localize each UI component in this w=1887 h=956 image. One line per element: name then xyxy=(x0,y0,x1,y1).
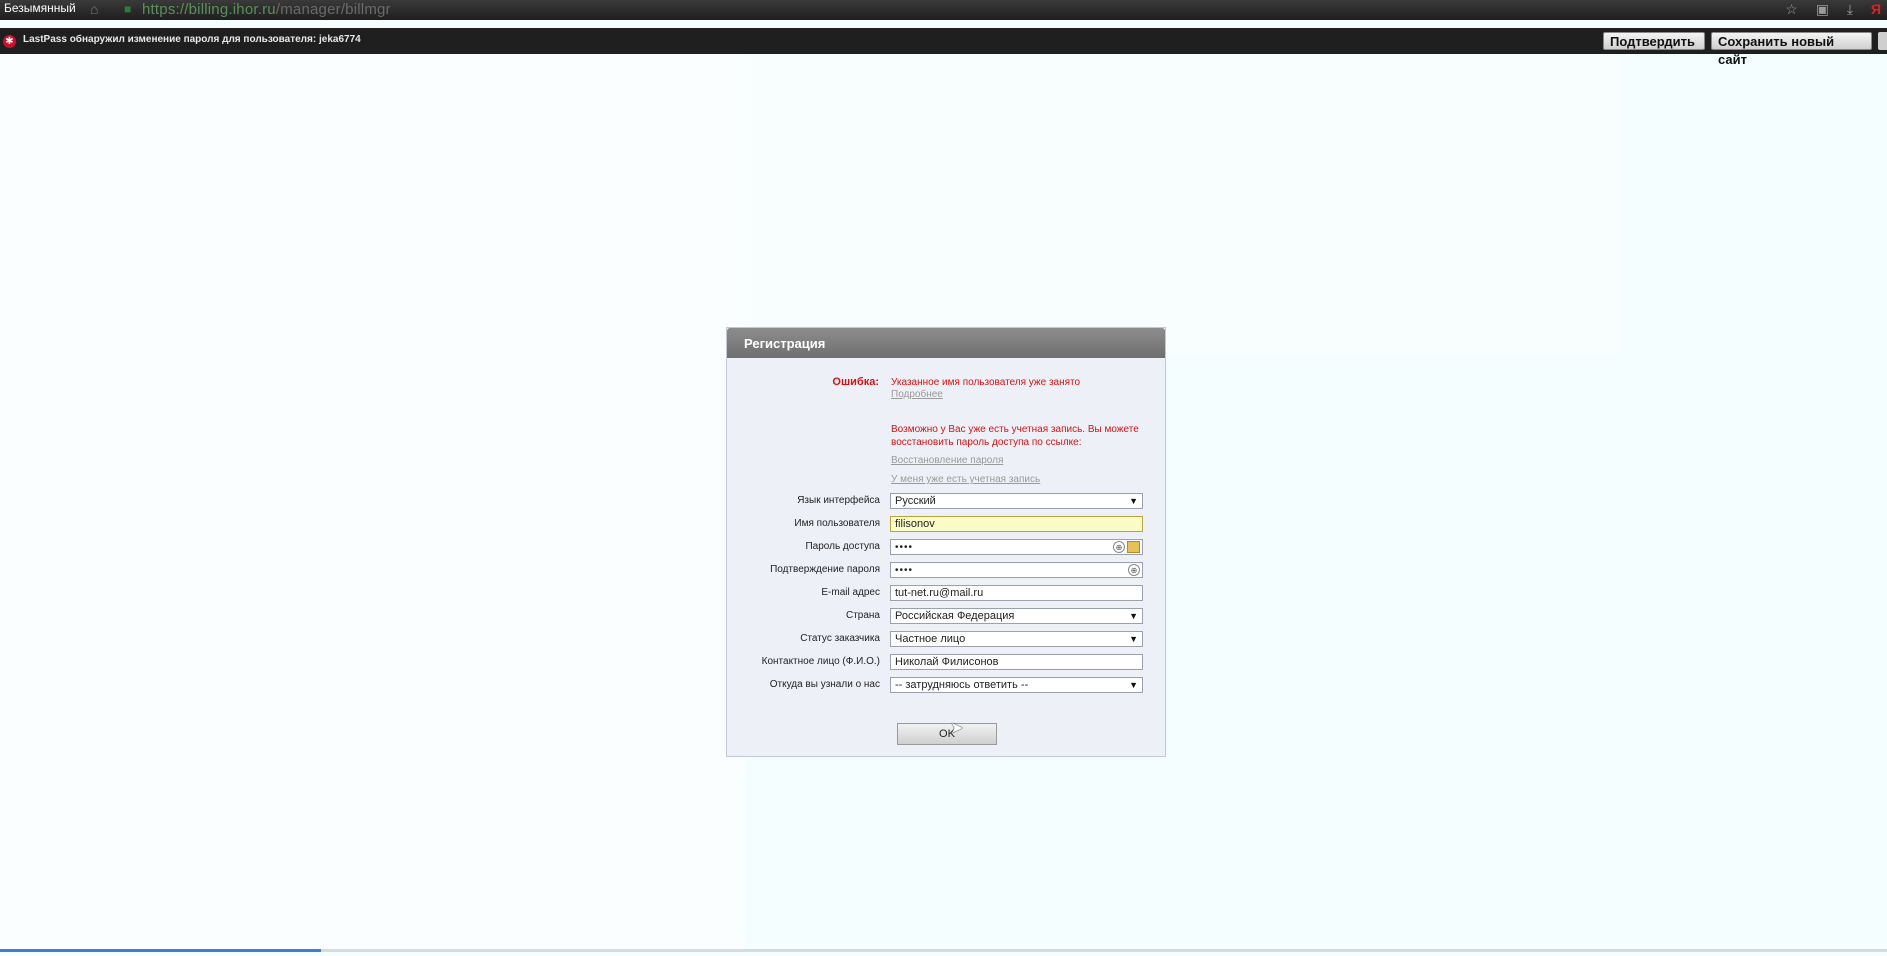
lastpass-logo-icon: ✱ xyxy=(3,35,16,48)
page-background xyxy=(0,54,745,949)
contact-value: Николай Филисонов xyxy=(895,656,999,668)
customer-status-label: Статус заказчика xyxy=(800,633,880,644)
language-label: Язык интерфейса xyxy=(797,495,880,506)
page-load-progress xyxy=(0,949,1887,952)
error-label: Ошибка: xyxy=(832,376,879,388)
account-hint: Возможно у Вас уже есть учетная запись. … xyxy=(891,424,1139,448)
ok-button[interactable]: OK xyxy=(897,723,997,745)
country-select[interactable]: Российская Федерация ▼ xyxy=(890,608,1143,624)
url-host: https://billing.ihor.ru xyxy=(142,1,276,18)
lastpass-fill-icon[interactable] xyxy=(1127,541,1140,553)
referral-select[interactable]: -- затрудняюсь ответить -- ▼ xyxy=(890,677,1143,693)
chevron-down-icon: ▼ xyxy=(1129,680,1138,690)
password-generator-icon[interactable]: ⊕ xyxy=(1128,564,1140,576)
page-load-progress-fill xyxy=(0,949,321,952)
password-confirm-value: •••• xyxy=(895,565,914,576)
url-path: /manager/billmgr xyxy=(275,1,391,18)
tab-title[interactable]: Безымянный xyxy=(4,1,76,15)
referral-value: -- затрудняюсь ответить -- xyxy=(895,679,1029,691)
country-label: Страна xyxy=(845,610,880,621)
email-label: E-mail адрес xyxy=(821,587,880,598)
lastpass-message: LastPass обнаружил изменение пароля для … xyxy=(23,34,361,45)
home-icon[interactable]: ⌂ xyxy=(90,1,98,17)
lastpass-confirm-button[interactable]: Подтвердить xyxy=(1603,32,1705,50)
username-label: Имя пользователя xyxy=(794,518,880,529)
bookmark-star-icon[interactable]: ☆ xyxy=(1785,1,1798,17)
lastpass-notification-bar: ✱ LastPass обнаружил изменение пароля дл… xyxy=(0,28,1887,67)
password-confirm-input[interactable]: •••• ⊕ xyxy=(890,562,1143,578)
mouse-cursor-icon: ➤ xyxy=(950,720,964,737)
download-icon[interactable]: ⤓ xyxy=(1847,1,1853,17)
lastpass-close-button[interactable] xyxy=(1878,32,1887,50)
address-bar[interactable]: https://billing.ihor.ru/manager/billmgr xyxy=(142,1,391,18)
page-background-top xyxy=(745,54,1620,354)
chevron-down-icon: ▼ xyxy=(1129,496,1138,506)
recover-password-link[interactable]: Восстановление пароля xyxy=(891,455,1003,466)
email-value: tut-net.ru@mail.ru xyxy=(895,587,984,599)
customer-status-select[interactable]: Частное лицо ▼ xyxy=(890,631,1143,647)
dialog-title: Регистрация xyxy=(744,336,826,351)
yandex-icon[interactable]: Я xyxy=(1871,1,1881,17)
username-input[interactable]: filisonov xyxy=(890,516,1143,532)
referral-label: Откуда вы узнали о нас xyxy=(769,679,880,690)
lastpass-save-site-button[interactable]: Сохранить новый сайт xyxy=(1711,32,1872,67)
email-input[interactable]: tut-net.ru@mail.ru xyxy=(890,585,1143,601)
password-input[interactable]: •••• ⊕ xyxy=(890,539,1143,555)
language-select[interactable]: Русский ▼ xyxy=(890,493,1143,509)
password-value: •••• xyxy=(895,542,914,553)
browser-toolbar: Безымянный ⌂ ■ https://billing.ihor.ru/m… xyxy=(0,0,1887,20)
contact-label: Контактное лицо (Ф.И.О.) xyxy=(761,656,880,667)
dialog-header: Регистрация xyxy=(727,328,1165,358)
password-label: Пароль доступа xyxy=(805,541,880,552)
country-value: Российская Федерация xyxy=(895,610,1015,622)
username-value: filisonov xyxy=(895,518,935,530)
password-confirm-label: Подтверждение пароля xyxy=(770,564,880,575)
language-value: Русский xyxy=(895,495,936,507)
chevron-down-icon: ▼ xyxy=(1129,634,1138,644)
have-account-link[interactable]: У меня уже есть учетная запись xyxy=(891,474,1040,485)
toolbar-icons: ☆ ▣ ⤓ Я xyxy=(1771,1,1881,18)
lock-icon: ■ xyxy=(124,2,132,16)
chevron-down-icon: ▼ xyxy=(1129,611,1138,621)
password-generator-icon[interactable]: ⊕ xyxy=(1113,541,1125,553)
registration-dialog: Регистрация Ошибка: Указанное имя пользо… xyxy=(726,327,1166,757)
contact-input[interactable]: Николай Филисонов xyxy=(890,654,1143,670)
more-link[interactable]: Подробнее xyxy=(891,389,943,400)
extension-icon[interactable]: ▣ xyxy=(1816,1,1829,17)
error-message: Указанное имя пользователя уже занято xyxy=(891,377,1081,388)
customer-status-value: Частное лицо xyxy=(895,633,966,645)
